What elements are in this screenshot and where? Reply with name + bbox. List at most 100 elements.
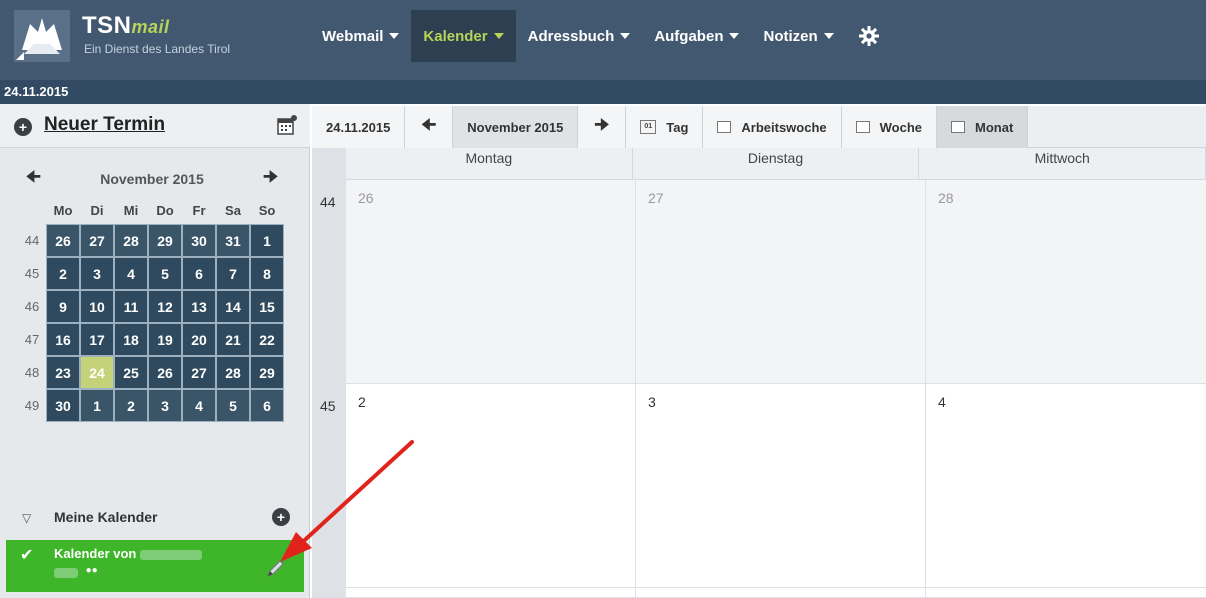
week-number: 44 — [24, 233, 40, 248]
nav-notizen[interactable]: Notizen — [751, 10, 845, 62]
mini-calendar-day[interactable]: 23 — [46, 356, 80, 389]
mini-calendar-day[interactable]: 21 — [216, 323, 250, 356]
mini-calendar-day[interactable]: 29 — [250, 356, 284, 389]
mini-calendar-day[interactable]: 15 — [250, 290, 284, 323]
nav-webmail[interactable]: Webmail — [310, 10, 411, 62]
mini-calendar-day[interactable]: 17 — [80, 323, 114, 356]
mini-calendar-day[interactable]: 28 — [114, 224, 148, 257]
mini-calendar-day[interactable]: 2 — [114, 389, 148, 422]
mini-calendar-day[interactable]: 28 — [216, 356, 250, 389]
calendar-day-cell[interactable]: 27 — [636, 180, 926, 384]
nav-label: Aufgaben — [654, 27, 724, 45]
mini-calendar-day[interactable]: 4 — [114, 257, 148, 290]
mini-calendar-day[interactable]: 5 — [216, 389, 250, 422]
mini-calendar-day[interactable]: 3 — [148, 389, 182, 422]
collapse-triangle-icon[interactable]: ▽ — [22, 511, 31, 525]
current-date-bar: 24.11.2015 — [0, 80, 1206, 104]
mini-calendar-day[interactable]: 8 — [250, 257, 284, 290]
nav-adressbuch[interactable]: Adressbuch — [516, 10, 643, 62]
mini-calendar-day[interactable]: 30 — [182, 224, 216, 257]
tirol-eagle-logo-icon — [14, 10, 70, 62]
my-calendars-header[interactable]: ▽ Meine Kalender + — [0, 504, 310, 530]
mini-calendar-day[interactable]: 19 — [148, 323, 182, 356]
prev-period-button[interactable]: 🠈 — [405, 106, 454, 148]
caret-down-icon — [823, 33, 834, 39]
mini-calendar-day[interactable]: 1 — [80, 389, 114, 422]
mini-calendar-day[interactable]: 27 — [182, 356, 216, 389]
checkbox-checked-icon[interactable]: ✔ — [20, 548, 36, 564]
weekday-header: Sa — [225, 202, 241, 218]
current-date: 24.11.2015 — [4, 84, 69, 99]
week-number: 46 — [24, 299, 40, 314]
settings-gear-button[interactable] — [846, 10, 892, 62]
mini-calendar-day[interactable]: 22 — [250, 323, 284, 356]
mini-calendar-day[interactable]: 14 — [216, 290, 250, 323]
mini-calendar-day[interactable]: 26 — [148, 356, 182, 389]
mini-calendar-day[interactable]: 2 — [46, 257, 80, 290]
nav-aufgaben[interactable]: Aufgaben — [642, 10, 751, 62]
add-calendar-plus-icon[interactable]: + — [272, 508, 290, 526]
mini-calendar-day[interactable]: 18 — [114, 323, 148, 356]
day-number: 3 — [648, 394, 656, 410]
week-number: 48 — [24, 365, 40, 380]
mini-calendar-day[interactable]: 16 — [46, 323, 80, 356]
mini-calendar-day[interactable]: 31 — [216, 224, 250, 257]
day-header: Mittwoch — [919, 148, 1206, 180]
mini-calendar-day[interactable]: 20 — [182, 323, 216, 356]
calendar-day-cell[interactable]: 3 — [636, 384, 926, 588]
logo-area[interactable]: TSNmail Ein Dienst des Landes Tirol — [0, 0, 310, 80]
mini-calendar-day[interactable]: 7 — [216, 257, 250, 290]
mini-calendar-day[interactable]: 6 — [250, 389, 284, 422]
prev-month-arrow-icon[interactable]: 🠈 — [26, 166, 41, 193]
weekday-header: Mo — [53, 202, 73, 218]
current-date-button[interactable]: 24.11.2015 — [312, 106, 406, 148]
next-period-button[interactable]: 🠊 — [578, 106, 627, 148]
mini-calendar-day[interactable]: 27 — [80, 224, 114, 257]
mini-calendar-day[interactable]: 11 — [114, 290, 148, 323]
calendar-day-cell[interactable]: 4 — [926, 384, 1206, 588]
view-week-button[interactable]: Woche — [841, 106, 938, 148]
mini-calendar-day[interactable]: 24 — [80, 356, 114, 389]
weekday-header: Do — [156, 202, 174, 218]
calendar-day-cell[interactable] — [926, 588, 1206, 598]
calendar-day-cell[interactable]: 2 — [346, 384, 636, 588]
view-label: Monat — [975, 119, 1014, 135]
next-month-arrow-icon[interactable]: 🠊 — [263, 166, 278, 193]
month-label-button[interactable]: November 2015 — [453, 106, 579, 148]
mini-calendar-day[interactable]: 9 — [46, 290, 80, 323]
nav-label: Notizen — [763, 27, 818, 45]
arrow-right-icon: 🠊 — [594, 116, 610, 134]
view-workweek-button[interactable]: Arbeitswoche — [703, 106, 842, 148]
calendar-day-cell[interactable]: 26 — [346, 180, 636, 384]
week-icon — [855, 121, 870, 133]
week-number-column: 44 45 — [312, 148, 346, 598]
mini-calendar-day[interactable]: 1 — [250, 224, 284, 257]
brand-subtitle: Ein Dienst des Landes Tirol — [84, 42, 231, 56]
calendar-day-cell[interactable] — [346, 588, 636, 598]
arrow-left-icon: 🠈 — [421, 116, 437, 134]
pencil-edit-icon[interactable] — [264, 558, 286, 580]
mini-calendar-day[interactable]: 4 — [182, 389, 216, 422]
mini-calendar-day[interactable]: 30 — [46, 389, 80, 422]
view-month-button[interactable]: Monat — [937, 106, 1029, 148]
mini-calendar-day[interactable]: 10 — [80, 290, 114, 323]
view-day-button[interactable]: 01 Tag — [626, 106, 704, 148]
nav-kalender[interactable]: Kalender — [411, 10, 516, 62]
mini-calendar-day[interactable]: 3 — [80, 257, 114, 290]
mini-calendar-day[interactable]: 12 — [148, 290, 182, 323]
calendar-entry[interactable]: ✔ Kalender von ●● — [6, 540, 304, 592]
mini-calendar-day[interactable]: 29 — [148, 224, 182, 257]
calendar-day-cell[interactable] — [636, 588, 926, 598]
sidebar: + Neuer Termin 🠈 November 2015 🠊 Mo Di M… — [0, 104, 310, 598]
week-number: 45 — [320, 398, 336, 414]
calendar-day-cell[interactable]: 28 — [926, 180, 1206, 384]
new-appointment-button[interactable]: + Neuer Termin — [0, 104, 310, 148]
toolbar-month: November 2015 — [467, 119, 564, 135]
mini-calendar-day[interactable]: 6 — [182, 257, 216, 290]
calendar-add-icon[interactable] — [276, 114, 298, 136]
mini-calendar-day[interactable]: 13 — [182, 290, 216, 323]
mini-calendar-day[interactable]: 25 — [114, 356, 148, 389]
mini-calendar-day[interactable]: 26 — [46, 224, 80, 257]
week-number: 44 — [320, 194, 336, 210]
mini-calendar-day[interactable]: 5 — [148, 257, 182, 290]
